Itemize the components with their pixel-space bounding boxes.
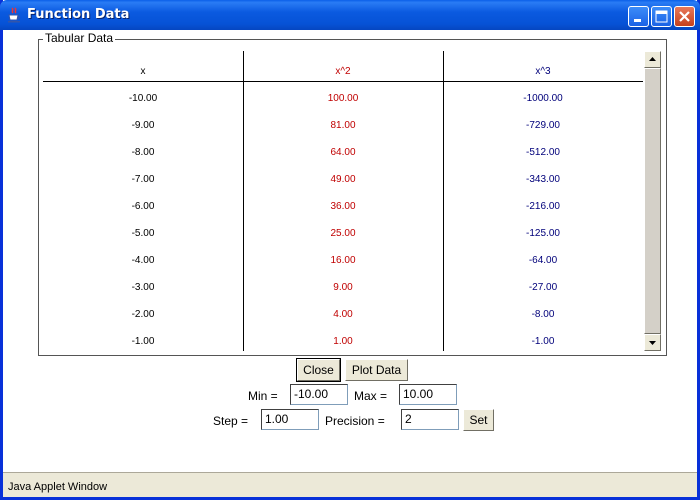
cell-x3: -27.00 (528, 282, 558, 293)
precision-field[interactable]: 2 (401, 409, 459, 430)
header-rule (43, 81, 643, 82)
maximize-button[interactable] (651, 6, 672, 27)
cell-x2: 16.00 (330, 255, 356, 266)
vertical-scrollbar[interactable] (644, 51, 661, 351)
cell-x: -6.00 (131, 201, 155, 212)
cell-x2: 25.00 (330, 228, 356, 239)
cell-x: -9.00 (131, 120, 155, 131)
cell-x2: 81.00 (330, 120, 356, 131)
cell-x2: 36.00 (330, 201, 356, 212)
cell-x2: 4.00 (333, 309, 353, 320)
close-button[interactable]: Close (296, 358, 341, 382)
cell-x: -5.00 (131, 228, 155, 239)
header-x3: x^3 (535, 66, 551, 77)
max-field[interactable]: 10.00 (399, 384, 457, 405)
status-text: Java Applet Window (8, 481, 108, 493)
minimize-icon (634, 19, 641, 22)
cell-x2: 64.00 (330, 147, 356, 158)
header-x: x (140, 66, 146, 77)
cell-x3: -512.00 (526, 147, 560, 158)
cell-x2: 1.00 (333, 336, 353, 347)
scroll-down-button[interactable] (644, 334, 661, 351)
cell-x: -4.00 (131, 255, 155, 266)
cell-x: -3.00 (131, 282, 155, 293)
maximize-icon (655, 10, 668, 23)
step-field[interactable]: 1.00 (261, 409, 319, 430)
cell-x2: 9.00 (333, 282, 353, 293)
cell-x3: -729.00 (526, 120, 560, 131)
cell-x3: -343.00 (526, 174, 560, 185)
header-x2: x^2 (335, 66, 351, 77)
min-field[interactable]: -10.00 (290, 384, 348, 405)
cell-x3: -1000.00 (523, 93, 563, 104)
close-icon (679, 11, 690, 22)
cell-x: -8.00 (131, 147, 155, 158)
arrow-up-icon (649, 57, 656, 61)
scroll-thumb[interactable] (644, 68, 661, 334)
cell-x3: -1.00 (531, 336, 555, 347)
status-bar: Java Applet Window (3, 472, 697, 497)
cell-x: -1.00 (131, 336, 155, 347)
cell-x3: -125.00 (526, 228, 560, 239)
cell-x: -7.00 (131, 174, 155, 185)
arrow-down-icon (649, 341, 656, 345)
applet-window: Function Data Tabular Data x x^2 x^3 -10… (0, 0, 700, 500)
window-title: Function Data (27, 7, 130, 22)
cell-x: -10.00 (128, 93, 158, 104)
close-window-button[interactable] (674, 6, 695, 27)
set-button[interactable]: Set (463, 409, 494, 431)
data-table: x x^2 x^3 -10.00 100.00 -1000.00 -9.00 81.00… (43, 51, 643, 351)
cell-x3: -64.00 (528, 255, 558, 266)
step-label: Step = (213, 414, 249, 428)
precision-label: Precision = (325, 414, 385, 428)
cell-x3: -8.00 (531, 309, 555, 320)
java-cup-icon (7, 7, 21, 23)
title-bar[interactable]: Function Data (0, 0, 700, 30)
scroll-up-button[interactable] (644, 51, 661, 68)
plot-data-button[interactable]: Plot Data (345, 359, 408, 381)
cell-x3: -216.00 (526, 201, 560, 212)
panel-label: Tabular Data (43, 31, 116, 45)
min-label: Min = (248, 389, 278, 403)
minimize-button[interactable] (628, 6, 649, 27)
cell-x2: 100.00 (327, 93, 359, 104)
cell-x2: 49.00 (330, 174, 356, 185)
max-label: Max = (354, 389, 388, 403)
cell-x: -2.00 (131, 309, 155, 320)
